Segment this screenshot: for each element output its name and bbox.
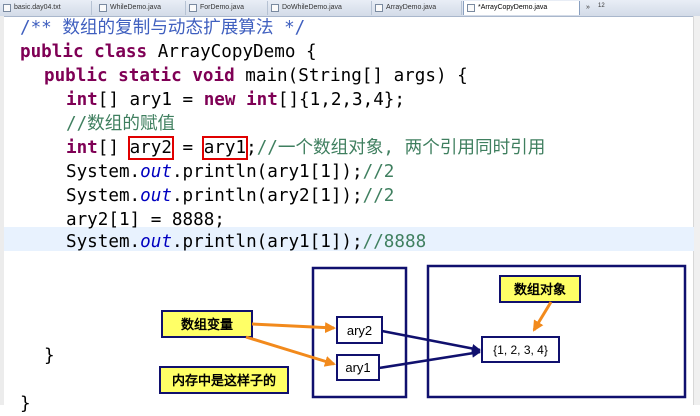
java-file-icon (467, 4, 475, 12)
code-line-5: //数组的赋值 (66, 114, 176, 134)
editor-gutter (0, 16, 4, 405)
code-line-4: int[] ary1 = new int[]{1,2,3,4}; (66, 90, 405, 110)
code-line-2: public class ArrayCopyDemo { (20, 42, 317, 62)
class-closing-brace: } (20, 394, 31, 414)
java-file-icon (189, 4, 197, 12)
vertical-scrollbar[interactable] (693, 16, 700, 405)
tab-label: ArrayDemo.java (386, 4, 437, 11)
chevron-icon: » (586, 4, 590, 11)
ary1-highlight-box: ary1 (201, 136, 249, 160)
tab-whiledemo[interactable]: WhileDemo.java (96, 1, 186, 15)
tab-arraycopydemo[interactable]: *ArrayCopyDemo.java (463, 1, 580, 15)
ary2-highlight-box: ary2 (127, 136, 174, 160)
array-variable-callout-label: 数组变量 (181, 317, 233, 333)
tab-fordemo[interactable]: ForDemo.java (186, 1, 268, 15)
code-line-7: System.out.println(ary1[1]);//2 (66, 162, 395, 182)
tab-label: WhileDemo.java (110, 4, 161, 11)
tab-label: basic.day04.txt (14, 4, 61, 11)
tab-label: DoWhileDemo.java (282, 4, 342, 11)
hidden-tab-count: 12 (598, 3, 605, 9)
array-object-callout-label: 数组对象 (514, 282, 566, 298)
java-file-icon (99, 4, 107, 12)
method-closing-brace: } (44, 346, 55, 366)
editor-tab-bar: basic.day04.txt WhileDemo.java ForDemo.j… (0, 0, 700, 17)
text-file-icon (3, 4, 11, 12)
tab-arraydemo[interactable]: ArrayDemo.java (372, 1, 462, 15)
code-line-9: ary2[1] = 8888; (66, 210, 225, 230)
code-line-8: System.out.println(ary2[1]);//2 (66, 186, 395, 206)
java-file-icon (375, 4, 383, 12)
code-line-1: /** 数组的复制与动态扩展算法 */ (20, 18, 306, 38)
tab-label: ForDemo.java (200, 4, 244, 11)
java-file-icon (271, 4, 279, 12)
tab-label: *ArrayCopyDemo.java (478, 4, 548, 11)
code-line-10: System.out.println(ary1[1]);//8888 (66, 232, 427, 252)
code-line-6: int[] ary2 = ary1;//一个数组对象, 两个引用同时引用 (66, 136, 546, 160)
memory-layout-callout-label: 内存中是这样子的 (172, 373, 276, 389)
ary1-variable-label: ary1 (345, 360, 370, 375)
ary2-variable-label: ary2 (347, 323, 372, 338)
tab-dowhiledemo[interactable]: DoWhileDemo.java (268, 1, 372, 15)
code-line-3: public static void main(String[] args) { (44, 66, 468, 86)
tab-basic-day04[interactable]: basic.day04.txt (0, 1, 92, 15)
array-object-label: {1, 2, 3, 4} (493, 343, 548, 357)
